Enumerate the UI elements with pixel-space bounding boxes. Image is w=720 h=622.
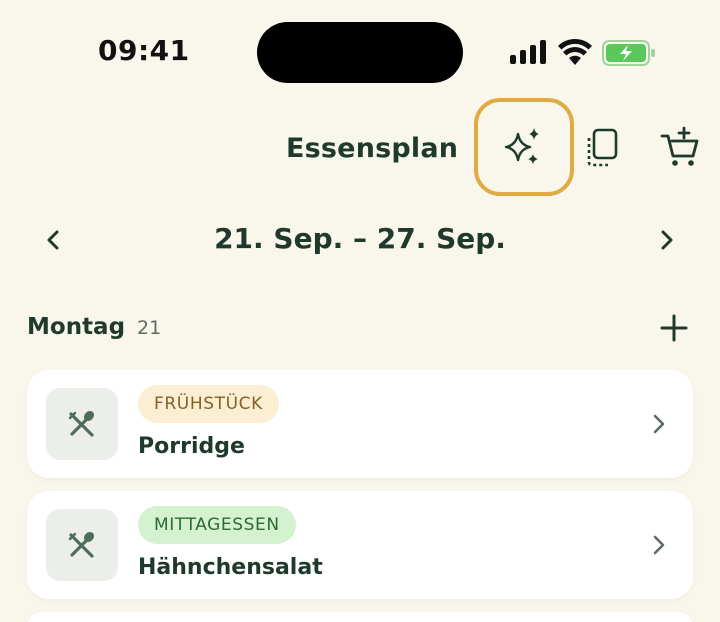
meal-name: Porridge — [138, 434, 245, 459]
chevron-right-icon — [653, 414, 665, 434]
copy-icon — [587, 128, 618, 167]
day-number: 21 — [137, 317, 162, 339]
day-header: Montag 21 — [27, 314, 161, 340]
meal-type-badge: MITTAGESSEN — [138, 506, 296, 544]
chevron-right-icon — [653, 535, 665, 555]
page-title: Essensplan — [286, 133, 459, 164]
next-week-button[interactable] — [656, 226, 678, 254]
meal-card[interactable]: FRÜHSTÜCK Porridge — [27, 370, 693, 478]
meal-card-partial[interactable] — [27, 612, 693, 622]
week-range-label: 21. Sep. – 27. Sep. — [214, 222, 506, 255]
sparkles-icon — [504, 128, 539, 164]
plus-icon — [660, 314, 688, 342]
meal-type-badge: FRÜHSTÜCK — [138, 385, 279, 423]
utensils-icon — [68, 410, 95, 437]
ai-generate-button[interactable] — [474, 98, 574, 196]
copy-week-button[interactable] — [584, 128, 620, 168]
cellular-signal-icon — [510, 40, 548, 64]
status-bar: 09:41 — [0, 0, 720, 100]
cart-add-icon — [660, 126, 699, 166]
add-to-cart-button[interactable] — [660, 126, 700, 168]
chevron-right-icon — [661, 230, 673, 250]
status-time: 09:41 — [98, 34, 190, 67]
meal-thumbnail — [46, 388, 118, 460]
dynamic-island — [257, 22, 463, 83]
wifi-icon — [558, 38, 592, 66]
add-meal-button[interactable] — [660, 314, 688, 342]
meal-name: Hähnchensalat — [138, 555, 323, 580]
meal-thumbnail — [46, 509, 118, 581]
utensils-icon — [68, 531, 95, 558]
battery-charging-icon — [602, 40, 656, 66]
day-name: Montag — [27, 314, 126, 340]
meal-card[interactable]: MITTAGESSEN Hähnchensalat — [27, 491, 693, 599]
